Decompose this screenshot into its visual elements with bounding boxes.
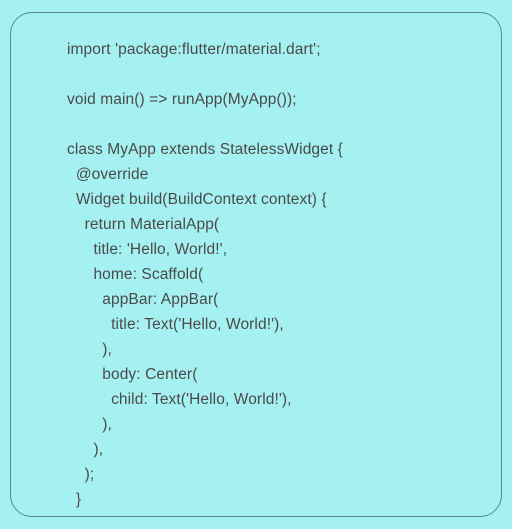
code-line: body: Center(	[67, 362, 481, 387]
code-line: home: Scaffold(	[67, 262, 481, 287]
code-line: );	[67, 462, 481, 487]
code-line: Widget build(BuildContext context) {	[67, 187, 481, 212]
code-line: class MyApp extends StatelessWidget {	[67, 137, 481, 162]
code-line: import 'package:flutter/material.dart';	[67, 37, 481, 62]
code-line	[67, 112, 481, 137]
code-line: }	[67, 487, 481, 512]
code-line: ),	[67, 337, 481, 362]
code-line: title: Text('Hello, World!'),	[67, 312, 481, 337]
code-line: @override	[67, 162, 481, 187]
code-line: void main() => runApp(MyApp());	[67, 87, 481, 112]
code-line: return MaterialApp(	[67, 212, 481, 237]
code-panel: import 'package:flutter/material.dart'; …	[10, 12, 502, 517]
code-line: title: 'Hello, World!',	[67, 237, 481, 262]
code-line: ),	[67, 437, 481, 462]
code-line: }	[67, 512, 481, 517]
code-line: child: Text('Hello, World!'),	[67, 387, 481, 412]
code-line	[67, 62, 481, 87]
code-line: appBar: AppBar(	[67, 287, 481, 312]
code-line: ),	[67, 412, 481, 437]
